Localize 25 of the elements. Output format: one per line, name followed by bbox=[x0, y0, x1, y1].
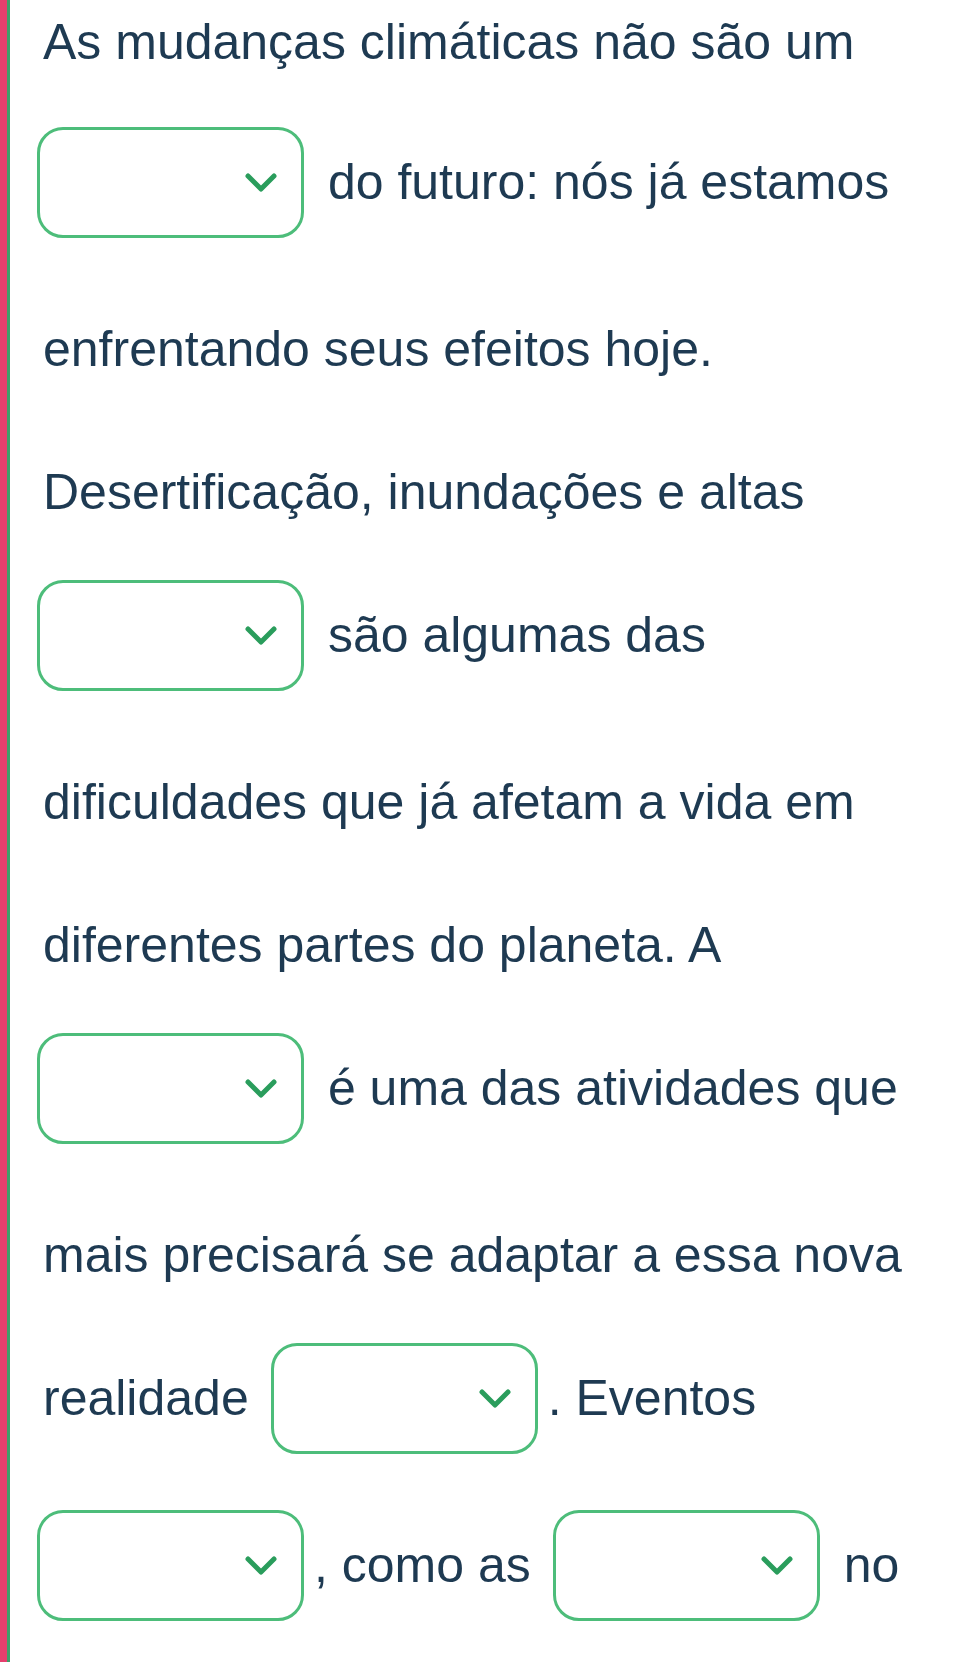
sentence-text: enfrentando seus efeitos hoje. bbox=[43, 320, 713, 378]
sentence-text: são algumas das bbox=[326, 606, 706, 664]
chevron-down-icon bbox=[245, 1555, 277, 1575]
sentence-text: Desertificação, inundações e altas bbox=[43, 463, 805, 521]
sentence-text: dificuldades que já afetam a vida em bbox=[43, 773, 855, 831]
chevron-down-icon bbox=[760, 1555, 793, 1575]
sentence-text: , como as bbox=[314, 1536, 531, 1594]
answer-dropdown[interactable] bbox=[37, 1032, 304, 1144]
answer-dropdown[interactable] bbox=[37, 1509, 304, 1621]
sentence-text: no bbox=[842, 1536, 900, 1594]
chevron-down-icon bbox=[245, 1078, 277, 1098]
sentence-text: é uma das atividades que bbox=[326, 1059, 898, 1117]
sentence-text: do futuro: nós já estamos bbox=[326, 153, 890, 211]
sentence-text: diferentes partes do planeta. A bbox=[43, 916, 722, 974]
chevron-down-icon bbox=[245, 625, 277, 645]
chevron-down-icon bbox=[478, 1388, 511, 1408]
answer-dropdown[interactable] bbox=[270, 1342, 538, 1454]
sentence-text: . Eventos bbox=[547, 1369, 757, 1427]
sentence-text: mais precisará se adaptar a essa nova bbox=[43, 1226, 902, 1284]
chevron-down-icon bbox=[245, 172, 277, 192]
answer-dropdown[interactable] bbox=[37, 126, 304, 238]
sentence-text: As mudanças climáticas não são um bbox=[43, 13, 855, 71]
answer-dropdown[interactable] bbox=[37, 579, 304, 691]
answer-dropdown[interactable] bbox=[552, 1509, 820, 1621]
sentence-text: realidade bbox=[43, 1369, 249, 1427]
